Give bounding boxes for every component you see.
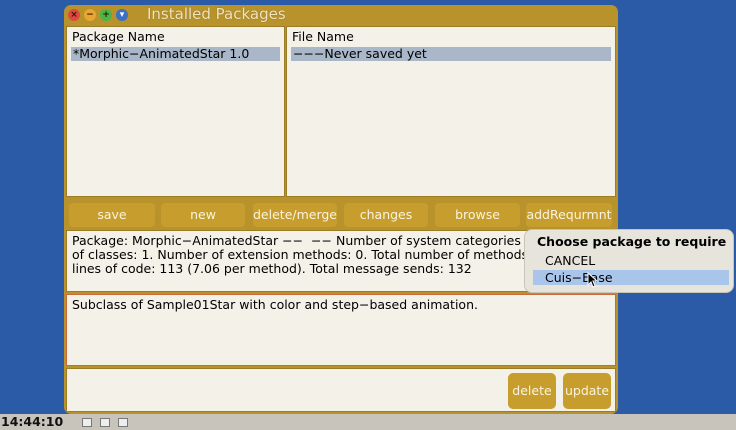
choose-package-popup: Choose package to require CANCEL Cuis−Ba…	[524, 229, 734, 293]
package-list-item[interactable]: *Morphic−AnimatedStar 1.0	[71, 47, 280, 61]
package-list-pane[interactable]: Package Name *Morphic−AnimatedStar 1.0	[66, 26, 285, 197]
minimize-icon[interactable]: −	[84, 9, 96, 21]
browse-button[interactable]: browse	[435, 203, 520, 227]
taskbar-window-icon[interactable]	[82, 418, 92, 427]
description-pane[interactable]: Subclass of Sample01Star with color and …	[66, 294, 616, 366]
window-title: Installed Packages	[147, 5, 286, 23]
info-line-2: of classes: 1. Number of extension metho…	[72, 247, 540, 262]
file-list-item[interactable]: −−−Never saved yet	[291, 47, 611, 61]
maximize-icon[interactable]: +	[100, 9, 112, 21]
clock: 14:44:10	[1, 414, 64, 429]
taskbar: 14:44:10	[0, 414, 736, 430]
info-line-1: Package: Morphic−AnimatedStar −− −− Numb…	[72, 234, 533, 248]
close-icon[interactable]: ×	[68, 9, 80, 21]
window-menu-icon[interactable]: ▾	[116, 9, 128, 21]
package-description: Subclass of Sample01Star with color and …	[72, 297, 478, 312]
taskbar-window-icon[interactable]	[118, 418, 128, 427]
title-bar[interactable]: × − + ▾ Installed Packages	[64, 5, 618, 25]
file-name-header: File Name	[292, 29, 354, 44]
mouse-cursor-icon	[587, 272, 599, 288]
info-line-3: lines of code: 113 (7.06 per method). To…	[72, 261, 472, 276]
save-button[interactable]: save	[69, 203, 155, 227]
installed-packages-window: × − + ▾ Installed Packages Package Name …	[64, 5, 618, 414]
popup-item-cancel[interactable]: CANCEL	[533, 253, 729, 268]
package-name-header: Package Name	[72, 29, 165, 44]
popup-title: Choose package to require	[537, 234, 727, 249]
changes-button[interactable]: changes	[344, 203, 428, 227]
new-button[interactable]: new	[161, 203, 245, 227]
delete-button[interactable]: delete	[508, 373, 556, 409]
taskbar-window-icon[interactable]	[100, 418, 110, 427]
popup-item-cuis-base[interactable]: Cuis−Base	[533, 270, 729, 285]
add-requirement-button[interactable]: addRequrmnt	[526, 203, 612, 227]
file-name-pane[interactable]: File Name −−−Never saved yet	[286, 26, 616, 197]
delete-merge-button[interactable]: delete/merge	[253, 203, 337, 227]
package-info-text: Package: Morphic−AnimatedStar −− −− Numb…	[72, 234, 542, 276]
update-button[interactable]: update	[563, 373, 611, 409]
